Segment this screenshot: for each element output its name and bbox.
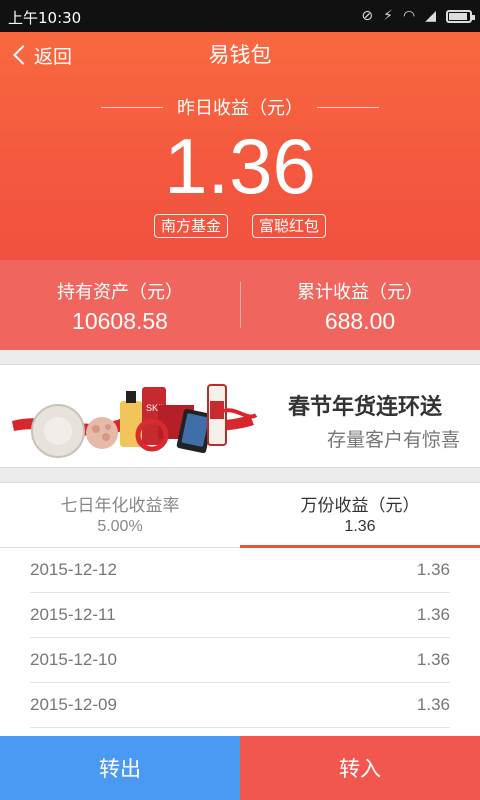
tab-per-10k-earnings-label: 万份收益（元） bbox=[300, 496, 420, 516]
list-item: 2015-12-09 1.36 bbox=[30, 683, 450, 728]
list-item: 2015-12-12 1.36 bbox=[30, 548, 450, 593]
yesterday-earnings-label: 昨日收益（元） bbox=[177, 98, 303, 119]
row-date: 2015-12-11 bbox=[30, 605, 116, 624]
row-date: 2015-12-10 bbox=[30, 650, 117, 669]
total-earnings: 累计收益（元） 688.00 bbox=[240, 260, 480, 350]
row-value: 1.36 bbox=[416, 695, 450, 714]
total-earnings-value: 688.00 bbox=[324, 308, 396, 334]
fund-tag-hongbao[interactable]: 富聪红包 bbox=[252, 214, 327, 238]
holding-assets: 持有资产（元） 10608.58 bbox=[0, 260, 240, 350]
earnings-header: 返回 易钱包 昨日收益（元） 1.36 南方基金 富聪红包 bbox=[0, 32, 480, 260]
alarm-off-icon: ⊘ bbox=[361, 8, 374, 24]
row-value: 1.36 bbox=[416, 650, 450, 669]
tab-per-10k-earnings[interactable]: 万份收益（元） 1.36 bbox=[240, 483, 480, 548]
tab-per-10k-earnings-value: 1.36 bbox=[344, 518, 376, 535]
wifi-icon: ◠ bbox=[403, 8, 416, 24]
transfer-out-button[interactable]: 转出 bbox=[0, 736, 240, 800]
summary-divider bbox=[240, 282, 241, 328]
earnings-history-list[interactable]: 2015-12-12 1.36 2015-12-11 1.36 2015-12-… bbox=[0, 548, 480, 736]
yesterday-earnings-label-row: 昨日收益（元） bbox=[0, 94, 480, 120]
promo-subline: 存量客户有惊喜 bbox=[326, 429, 460, 451]
status-bar: 上午10:30 ⊘ ⚡ ◠ ◢ bbox=[0, 0, 480, 32]
promo-gifts-image: SKII bbox=[12, 384, 258, 458]
status-time: 上午10:30 bbox=[8, 9, 82, 27]
row-date: 2015-12-12 bbox=[30, 560, 117, 579]
yield-tabs: 七日年化收益率 5.00% 万份收益（元） 1.36 bbox=[0, 482, 480, 548]
fund-tag-nanfang[interactable]: 南方基金 bbox=[153, 214, 228, 238]
tab-seven-day-yield-label: 七日年化收益率 bbox=[60, 496, 180, 516]
row-value: 1.36 bbox=[416, 560, 450, 579]
signal-icon: ◢ bbox=[425, 8, 436, 24]
signal-off-icon: ⚡ bbox=[383, 8, 393, 24]
fund-tags: 南方基金 富聪红包 bbox=[0, 214, 480, 238]
list-item: 2015-12-11 1.36 bbox=[30, 593, 450, 638]
transfer-in-button[interactable]: 转入 bbox=[240, 736, 480, 800]
status-icons: ⊘ ⚡ ◠ ◢ bbox=[361, 6, 475, 26]
total-earnings-label: 累计收益（元） bbox=[297, 282, 423, 303]
tab-seven-day-yield-value: 5.00% bbox=[97, 518, 143, 535]
holding-assets-value: 10608.58 bbox=[72, 308, 168, 334]
tab-seven-day-yield[interactable]: 七日年化收益率 5.00% bbox=[0, 483, 240, 548]
asset-summary: 持有资产（元） 10608.58 累计收益（元） 688.00 bbox=[0, 260, 480, 350]
divider-right bbox=[317, 106, 379, 108]
promo-banner[interactable]: SKII 春节年货连环送 存量客户有惊喜 bbox=[0, 364, 480, 468]
holding-assets-label: 持有资产（元） bbox=[57, 282, 183, 303]
yesterday-earnings-amount: 1.36 bbox=[164, 122, 316, 210]
promo-headline: 春节年货连环送 bbox=[287, 395, 442, 420]
action-bar: 转出 转入 bbox=[0, 736, 480, 800]
page-title: 易钱包 bbox=[208, 43, 272, 67]
list-item: 2015-12-10 1.36 bbox=[30, 638, 450, 683]
row-value: 1.36 bbox=[416, 605, 450, 624]
divider-left bbox=[101, 106, 163, 108]
row-date: 2015-12-09 bbox=[30, 695, 117, 714]
battery-icon bbox=[446, 9, 475, 23]
